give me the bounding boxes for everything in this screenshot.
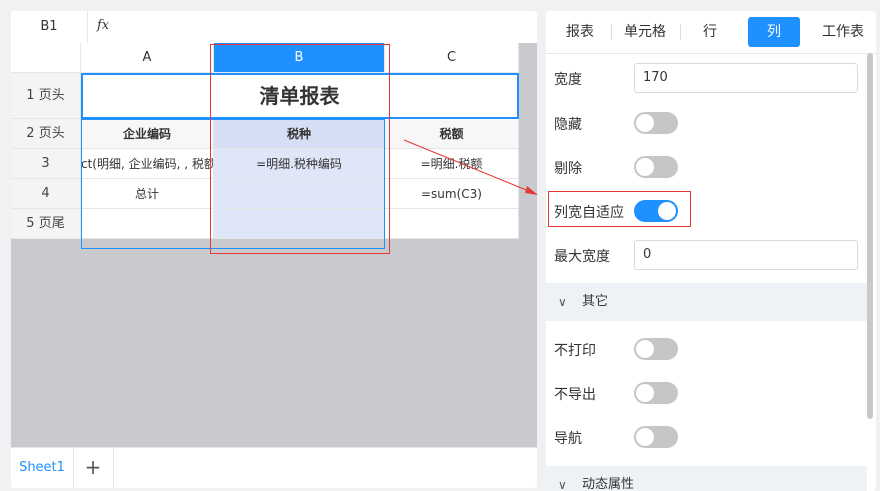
cell-b2[interactable]: 税种 [214, 119, 385, 149]
nav-label: 导航 [554, 431, 582, 447]
toggle-knob [636, 384, 654, 402]
toggle-knob [636, 114, 654, 132]
add-sheet-button[interactable]: + [73, 448, 114, 488]
autofit-toggle[interactable] [634, 200, 678, 222]
cell-c5[interactable] [385, 209, 519, 239]
section-dynamic-title: 动态属性 [582, 477, 635, 491]
row-header-4[interactable]: 4 [11, 179, 81, 209]
tab-row[interactable]: 行 [684, 17, 736, 47]
toggle-knob [636, 428, 654, 446]
cell-b4[interactable] [214, 179, 385, 209]
nav-toggle[interactable] [634, 426, 678, 448]
row-header-3[interactable]: 3 [11, 149, 81, 179]
section-other-title: 其它 [582, 294, 609, 309]
column-header-b[interactable]: B [214, 43, 385, 73]
hidden-label: 隐藏 [554, 117, 582, 133]
autofit-label: 列宽自适应 [554, 205, 624, 221]
fx-icon: fx [97, 11, 109, 43]
row-header-5[interactable]: 5 页尾 [11, 209, 81, 239]
tab-worksheet[interactable]: 工作表 [812, 17, 874, 47]
no-print-toggle[interactable] [634, 338, 678, 360]
cell-reference-box[interactable]: B1 [11, 11, 88, 43]
column-header-c[interactable]: C [385, 43, 519, 73]
spreadsheet-editor: B1 fx A B C 1 页头 清单报表 2 页头 企业编码 税种 税额 3 … [11, 11, 537, 488]
cell-b3[interactable]: =明细.税种编码 [214, 149, 385, 179]
max-width-label: 最大宽度 [554, 249, 610, 265]
fx-label: fx [97, 18, 110, 33]
formula-bar: B1 fx [11, 11, 537, 44]
cell-c4[interactable]: =sum(C3) [385, 179, 519, 209]
tab-separator [680, 24, 681, 40]
cell-a3[interactable]: ct(明细, 企业编码, , 税额 [81, 149, 214, 179]
properties-panel: 报表 单元格 行 列 工作表 宽度 170 隐藏 剔除 列宽自适应 最大宽度 0… [546, 11, 876, 491]
grid-corner[interactable] [11, 43, 81, 73]
tab-report[interactable]: 报表 [554, 17, 606, 47]
hidden-toggle[interactable] [634, 112, 678, 134]
width-label: 宽度 [554, 72, 582, 88]
remove-toggle[interactable] [634, 156, 678, 178]
chevron-down-icon: ∨ [558, 478, 567, 491]
grid-area[interactable]: A B C 1 页头 清单报表 2 页头 企业编码 税种 税额 3 ct(明细,… [11, 43, 537, 447]
panel-tabs: 报表 单元格 行 列 工作表 [546, 11, 876, 54]
tab-column[interactable]: 列 [748, 17, 800, 47]
tab-separator [611, 24, 612, 40]
chevron-down-icon: ∨ [558, 295, 567, 309]
no-export-toggle[interactable] [634, 382, 678, 404]
cell-b5[interactable] [214, 209, 385, 239]
width-input[interactable]: 170 [634, 63, 858, 93]
toggle-knob [658, 202, 676, 220]
toggle-knob [636, 158, 654, 176]
cell-a2[interactable]: 企业编码 [81, 119, 214, 149]
no-export-label: 不导出 [554, 387, 596, 403]
sheet-tab-bar: Sheet1 + [11, 447, 537, 488]
cell-a5[interactable] [81, 209, 214, 239]
row-header-2[interactable]: 2 页头 [11, 119, 81, 149]
panel-scrollbar[interactable] [867, 53, 873, 419]
remove-label: 剔除 [554, 161, 582, 177]
toggle-knob [636, 340, 654, 358]
column-header-a[interactable]: A [81, 43, 214, 73]
section-dynamic[interactable]: ∨ 动态属性 [546, 466, 867, 491]
row-header-1[interactable]: 1 页头 [11, 73, 81, 119]
cell-c3[interactable]: =明细.税额 [385, 149, 519, 179]
title-cell[interactable]: 清单报表 [81, 73, 519, 119]
max-width-input[interactable]: 0 [634, 240, 858, 270]
section-other[interactable]: ∨ 其它 [546, 283, 867, 321]
no-print-label: 不打印 [554, 343, 596, 359]
cell-a4[interactable]: 总计 [81, 179, 214, 209]
tab-cell[interactable]: 单元格 [614, 17, 676, 47]
cell-c2[interactable]: 税额 [385, 119, 519, 149]
sheet-tab-sheet1[interactable]: Sheet1 [11, 448, 74, 488]
